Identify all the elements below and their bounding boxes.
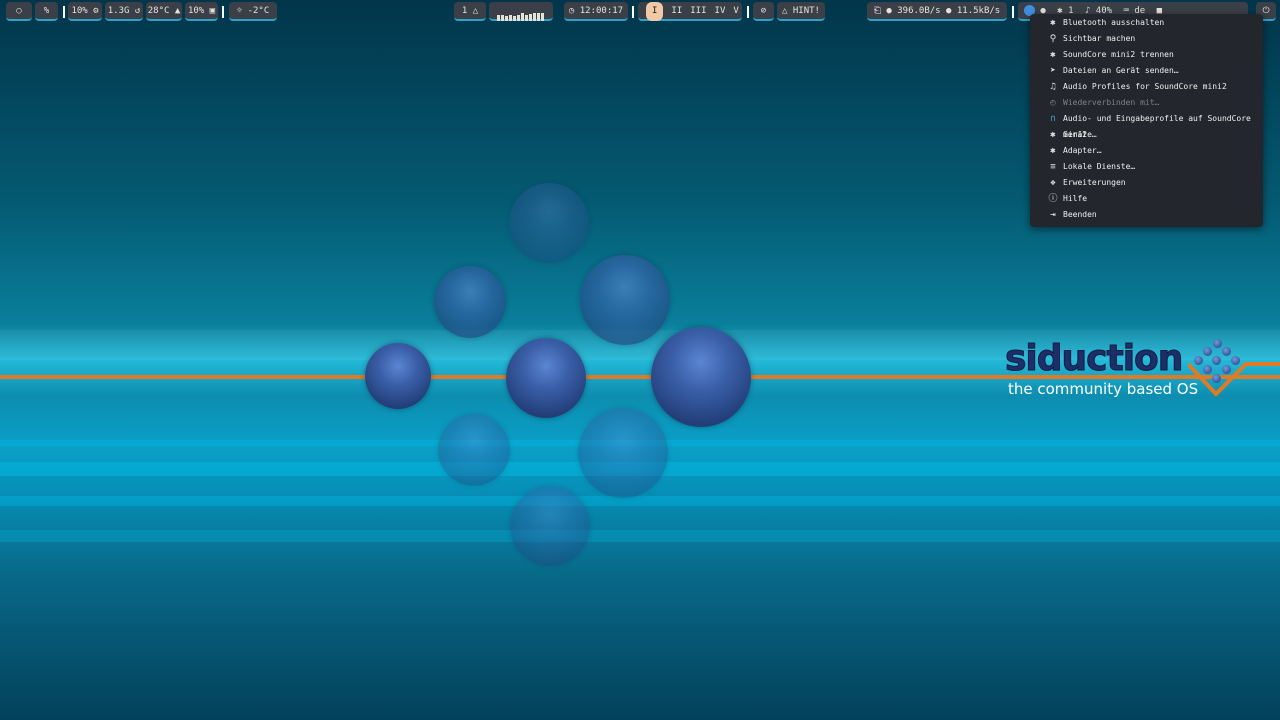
sun-icon: ☼ — [236, 6, 243, 16]
wallpaper-sphere — [509, 183, 589, 263]
drop-icon: ○ — [16, 6, 22, 16]
wallpaper-sphere — [506, 338, 586, 418]
send-icon: ➤ — [1050, 66, 1056, 76]
headphones-icon: ∩ — [1050, 114, 1056, 124]
wallpaper-band — [0, 530, 1280, 542]
menu-item-input-profiles[interactable]: ∩ Audio- und Eingabeprofile auf SoundCor… — [1030, 111, 1263, 139]
disk-icon: ▣ — [209, 6, 216, 16]
logo-chevron — [1188, 362, 1280, 397]
memory-icon: ↺ — [134, 6, 141, 16]
workspace-switcher: I II III IV V — [638, 2, 742, 21]
notification-widget[interactable]: 1 △ — [454, 2, 486, 21]
info-icon: ⓘ — [1048, 194, 1058, 204]
menu-item-quit[interactable]: ⇥ Beenden — [1030, 207, 1263, 223]
menu-item-adapter[interactable]: ✱ Adapter… — [1030, 143, 1263, 159]
workspace-4[interactable]: IV — [715, 2, 726, 21]
wallpaper-sphere — [580, 255, 670, 345]
siduction-logo: siduction — [1004, 338, 1183, 380]
separator — [747, 6, 749, 18]
eye-off-icon: ⊘ — [760, 6, 767, 16]
menu-item-audio-profiles[interactable]: ♫ Audio Profiles for SoundCore mini2 — [1030, 79, 1263, 95]
list-icon: ≡ — [1050, 162, 1056, 172]
menu-item-extensions[interactable]: ❖ Erweiterungen — [1030, 175, 1263, 191]
clock-widget[interactable]: ◷ 12:00:17 — [564, 2, 628, 21]
bell-icon: △ — [782, 6, 788, 16]
network-icon: ⎗ — [873, 6, 881, 16]
menu-item-help[interactable]: ⓘ Hilfe — [1030, 191, 1263, 207]
temperature-widget[interactable]: 28°C ▲ — [146, 2, 182, 21]
menu-item-local-services[interactable]: ≡ Lokale Dienste… — [1030, 159, 1263, 175]
workspace-3[interactable]: III — [690, 2, 706, 21]
upload-icon: ● — [946, 6, 952, 16]
workspace-1[interactable]: I — [646, 2, 664, 21]
wallpaper-sphere — [510, 486, 590, 566]
equalizer-icon — [497, 2, 545, 21]
bluetooth-off-icon: ✱ — [1050, 50, 1056, 60]
separator — [632, 6, 634, 18]
workspace-2[interactable]: II — [671, 2, 682, 21]
reconnect-icon: ◴ — [1050, 98, 1056, 108]
exit-icon: ⇥ — [1050, 210, 1056, 220]
music-icon: ♫ — [1050, 82, 1056, 92]
memory-widget[interactable]: 1.3G ↺ — [105, 2, 143, 21]
bluetooth-icon: ✱ — [1050, 146, 1056, 156]
disk-widget[interactable]: 10% ▣ — [185, 2, 218, 21]
wallpaper-sphere — [365, 343, 431, 409]
separator — [1012, 6, 1014, 18]
idle-inhibitor-button[interactable]: ⊘ — [753, 2, 774, 21]
cpu-widget[interactable]: 10% ⚙ — [68, 2, 102, 21]
flame-icon: ▲ — [174, 6, 181, 16]
hint-widget[interactable]: △ HINT! — [777, 2, 825, 21]
menu-item-disconnect-device[interactable]: ✱ SoundCore mini2 trennen — [1030, 47, 1263, 63]
percent-button[interactable]: % — [35, 2, 58, 21]
cpu-icon: ⚙ — [93, 6, 99, 16]
separator — [222, 6, 224, 18]
bluetooth-context-menu: ✱ Bluetooth ausschalten ⚲ Sichtbar mache… — [1030, 14, 1263, 227]
power-icon: ⏻ — [1262, 6, 1270, 16]
drop-button[interactable]: ○ — [6, 2, 32, 21]
wallpaper-sphere — [434, 266, 506, 338]
menu-item-devices[interactable]: ✱ Geräte… — [1030, 127, 1263, 143]
wallpaper-band — [0, 496, 1280, 506]
bluetooth-icon: ✱ — [1050, 130, 1056, 140]
logo-wordmark: siduction — [1004, 338, 1183, 380]
bluetooth-off-icon: ✱ — [1050, 18, 1056, 28]
menu-item-make-visible[interactable]: ⚲ Sichtbar machen — [1030, 31, 1263, 47]
logo-tagline: the community based OS — [1008, 380, 1199, 398]
weather-widget[interactable]: ☼ -2°C — [229, 2, 277, 21]
workspace-5[interactable]: V — [733, 2, 738, 21]
wallpaper-sphere — [438, 414, 510, 486]
network-widget[interactable]: ⎗ ● 396.0B/s ● 11.5kB/s — [867, 2, 1007, 21]
menu-item-send-files[interactable]: ➤ Dateien an Gerät senden… — [1030, 63, 1263, 79]
puzzle-icon: ❖ — [1050, 178, 1056, 188]
menu-item-bluetooth-off[interactable]: ✱ Bluetooth ausschalten — [1030, 15, 1263, 31]
clock-icon: ◷ — [568, 6, 575, 16]
separator — [63, 6, 65, 18]
percent-icon: % — [43, 6, 50, 16]
audio-visualizer — [489, 2, 553, 21]
wallpaper-sphere — [578, 408, 668, 498]
search-icon: ⚲ — [1049, 34, 1057, 44]
download-icon: ● — [886, 6, 892, 16]
menu-item-reconnect: ◴ Wiederverbinden mit… — [1030, 95, 1263, 111]
wallpaper-sphere — [651, 327, 751, 427]
bell-icon: △ — [472, 6, 479, 16]
